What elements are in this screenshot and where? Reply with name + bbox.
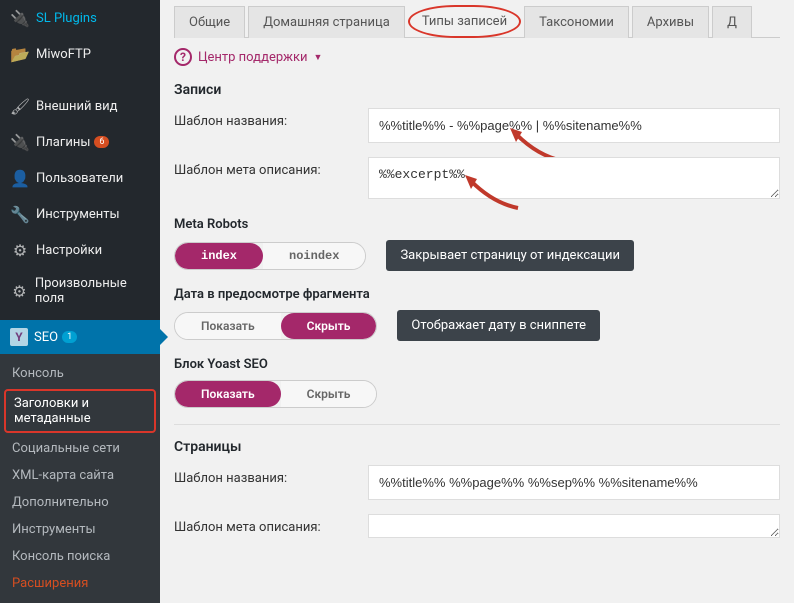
- wrench-icon: 🔧: [10, 204, 30, 224]
- show-option[interactable]: Показать: [175, 381, 281, 407]
- sidebar-item-settings[interactable]: ⚙Настройки: [0, 232, 160, 268]
- pages-meta-desc-label: Шаблон мета описания:: [174, 514, 368, 535]
- tab-general[interactable]: Общие: [174, 6, 245, 38]
- hide-option[interactable]: Скрыть: [281, 381, 377, 407]
- yoast-icon: Y: [10, 328, 28, 346]
- tab-taxonomies[interactable]: Таксономии: [524, 6, 629, 38]
- sidebar-item-tools[interactable]: 🔧Инструменты: [0, 196, 160, 232]
- pages-heading: Страницы: [174, 439, 780, 455]
- posts-heading: Записи: [174, 82, 780, 98]
- meta-robots-toggle: index noindex: [174, 242, 366, 270]
- seo-submenu: Консоль Заголовки и метаданные Социальны…: [0, 354, 160, 603]
- pages-meta-desc-input[interactable]: [368, 514, 780, 538]
- submenu-xml-sitemap[interactable]: XML-карта сайта: [0, 462, 160, 489]
- gear-icon: ⚙: [10, 281, 29, 301]
- sidebar-item-plugins[interactable]: 🔌Плагины6: [0, 124, 160, 160]
- submenu-titles-meta[interactable]: Заголовки и метаданные: [4, 389, 156, 433]
- tab-nav: Общие Домашняя страница Типы записей Так…: [174, 4, 780, 38]
- folder-icon: 📂: [10, 44, 30, 64]
- tab-other[interactable]: Д: [712, 6, 752, 38]
- tab-homepage[interactable]: Домашняя страница: [248, 6, 405, 38]
- meta-desc-label: Шаблон мета описания:: [174, 157, 368, 178]
- active-arrow-icon: [160, 329, 168, 345]
- tab-post-types[interactable]: Типы записей: [408, 5, 521, 38]
- pages-title-template-input[interactable]: [368, 465, 780, 500]
- admin-sidebar: 🔌SL Plugins 📂MiwoFTP 🖌Внешний вид 🔌Плаги…: [0, 0, 160, 575]
- submenu-console[interactable]: Консоль: [0, 360, 160, 387]
- sidebar-item-users[interactable]: 👤Пользователи: [0, 160, 160, 196]
- sidebar-item-seo[interactable]: YSEO1: [0, 320, 160, 354]
- date-preview-toggle: Показать Скрыть: [174, 312, 377, 340]
- sidebar-item-custom-fields[interactable]: ⚙Произвольные поля: [0, 268, 160, 314]
- brush-icon: 🖌: [10, 96, 30, 116]
- plugin-icon: 🔌: [10, 132, 30, 152]
- pages-title-template-label: Шаблон названия:: [174, 465, 368, 486]
- support-link[interactable]: ? Центр поддержки ▼: [174, 38, 780, 76]
- meta-desc-input[interactable]: [368, 157, 780, 199]
- noindex-option[interactable]: noindex: [263, 243, 365, 269]
- section-separator: [174, 424, 780, 425]
- gear-icon: ⚙: [10, 240, 30, 260]
- submenu-tools[interactable]: Инструменты: [0, 516, 160, 543]
- submenu-social[interactable]: Социальные сети: [0, 435, 160, 462]
- submenu-advanced[interactable]: Дополнительно: [0, 489, 160, 516]
- plugin-icon: 🔌: [10, 8, 30, 28]
- meta-robots-heading: Meta Robots: [174, 217, 780, 232]
- show-option[interactable]: Показать: [175, 313, 281, 339]
- sidebar-item-miwoftp[interactable]: 📂MiwoFTP: [0, 36, 160, 72]
- notification-badge: 1: [62, 331, 77, 343]
- title-template-input[interactable]: [368, 108, 780, 143]
- main-content: Общие Домашняя страница Типы записей Так…: [160, 0, 794, 575]
- sidebar-item-appearance[interactable]: 🖌Внешний вид: [0, 88, 160, 124]
- date-preview-heading: Дата в предосмотре фрагмента: [174, 287, 780, 302]
- chevron-down-icon: ▼: [314, 52, 323, 63]
- help-icon: ?: [174, 48, 192, 66]
- user-icon: 👤: [10, 168, 30, 188]
- tab-archives[interactable]: Архивы: [632, 6, 709, 38]
- sidebar-item-sl-plugins[interactable]: 🔌SL Plugins: [0, 0, 160, 36]
- date-preview-tooltip: Отображает дату в сниппете: [397, 310, 600, 341]
- submenu-extensions[interactable]: Расширения: [0, 570, 160, 597]
- update-badge: 6: [94, 136, 109, 148]
- yoast-block-toggle: Показать Скрыть: [174, 380, 377, 408]
- yoast-block-heading: Блок Yoast SEO: [174, 357, 780, 372]
- index-option[interactable]: index: [175, 243, 263, 269]
- meta-robots-tooltip: Закрывает страницу от индексации: [386, 240, 634, 271]
- hide-option[interactable]: Скрыть: [281, 313, 377, 339]
- submenu-search-console[interactable]: Консоль поиска: [0, 543, 160, 570]
- title-template-label: Шаблон названия:: [174, 108, 368, 129]
